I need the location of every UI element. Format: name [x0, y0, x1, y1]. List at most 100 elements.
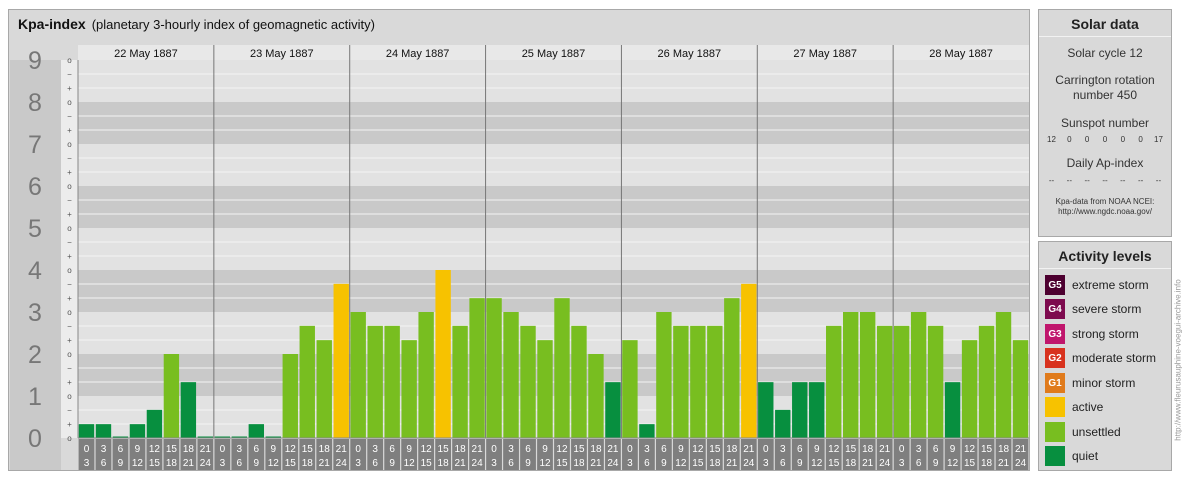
kpa-bar: [78, 424, 95, 438]
hour-label-start: 0: [627, 444, 633, 455]
kpa-bar: [961, 340, 978, 438]
hour-label-end: 24: [1015, 458, 1027, 469]
kpa-bar: [299, 325, 315, 438]
hour-label-end: 9: [389, 458, 395, 469]
hour-label-end: 15: [285, 458, 297, 469]
minor-scale-mark: +: [67, 210, 72, 219]
band-7: [78, 102, 1029, 144]
kpa-bar: [384, 325, 400, 438]
kpa-bar: [910, 312, 927, 438]
hour-label-end: 21: [319, 458, 331, 469]
hour-label-end: 12: [132, 458, 144, 469]
source-link[interactable]: http://www.ngdc.noaa.gov/: [1039, 207, 1171, 217]
carrington-line2: number 450: [1072, 88, 1138, 102]
kpa-bar: [418, 312, 434, 438]
hour-label-end: 15: [556, 458, 568, 469]
hour-label-start: 9: [678, 444, 684, 455]
hour-label-start: 21: [743, 444, 755, 455]
kpa-bar: [571, 325, 587, 438]
level-g1: G1 minor storm: [1045, 373, 1135, 393]
hour-label-start: 3: [372, 444, 378, 455]
hour-label-end: 12: [811, 458, 823, 469]
y-tick-label: 3: [28, 299, 42, 327]
kpa-bar: [554, 298, 570, 438]
hour-label-start: 6: [797, 444, 803, 455]
carrington-line1: Carrington rotation: [1055, 73, 1155, 87]
minor-scale-mark: −: [67, 322, 72, 331]
activity-levels-panel: Activity levels G5 extreme storm G4 seve…: [1038, 241, 1172, 471]
day-label: 23 May 1887: [250, 48, 314, 60]
minor-scale-mark: o: [67, 56, 72, 65]
hour-label-start: 12: [692, 444, 704, 455]
sunspot-value: 0: [1120, 135, 1126, 144]
hour-label-end: 15: [828, 458, 840, 469]
kpa-bar: [995, 312, 1012, 438]
hour-label-end: 18: [845, 458, 857, 469]
hour-label-start: 12: [828, 444, 840, 455]
level-g5-label: extreme storm: [1072, 278, 1149, 292]
minor-scale-mark: +: [67, 420, 72, 429]
minor-scale-mark: o: [67, 308, 72, 317]
level-g2-swatch: G2: [1045, 348, 1065, 368]
kpa-bar: [639, 424, 655, 438]
hour-label-start: 15: [709, 444, 721, 455]
hour-label-start: 3: [916, 444, 922, 455]
kpa-bar: [876, 325, 893, 438]
minor-scale-mark: o: [67, 140, 72, 149]
kpa-bar: [588, 354, 604, 438]
hour-label-start: 6: [661, 444, 667, 455]
hour-label-end: 9: [118, 458, 124, 469]
minor-scale-mark: +: [67, 84, 72, 93]
y-tick-label: 4: [28, 257, 42, 285]
hour-label-start: 0: [220, 444, 226, 455]
kpa-bar: [401, 340, 417, 438]
hour-label-end: 21: [455, 458, 467, 469]
kpa-bar: [792, 382, 808, 438]
band-5: [78, 186, 1029, 228]
level-g1-swatch: G1: [1045, 373, 1065, 393]
solar-data-heading: Solar data: [1039, 10, 1171, 37]
hour-label-end: 9: [525, 458, 531, 469]
hour-label-start: 9: [814, 444, 820, 455]
solar-cycle: Solar cycle 12: [1067, 46, 1143, 60]
kpa-bar: [859, 312, 876, 438]
hour-label-start: 0: [84, 444, 90, 455]
minor-scale-mark: −: [67, 406, 72, 415]
hour-label-end: 6: [508, 458, 514, 469]
hour-label-start: 21: [879, 444, 891, 455]
kpa-bar: [690, 325, 706, 438]
level-g3: G3 strong storm: [1045, 324, 1139, 344]
day-label: 26 May 1887: [658, 48, 722, 60]
hour-label-end: 24: [607, 458, 619, 469]
kpa-bar: [978, 325, 995, 438]
hour-label-end: 9: [254, 458, 260, 469]
hour-label-end: 12: [675, 458, 687, 469]
hour-label-end: 6: [372, 458, 378, 469]
hour-label-end: 18: [573, 458, 585, 469]
ap-value: --: [1048, 176, 1055, 185]
y-tick-label: 7: [28, 131, 42, 159]
minor-scale-mark: −: [67, 70, 72, 79]
day-label: 28 May 1887: [929, 48, 993, 60]
kpa-bar: [775, 409, 791, 438]
hour-label-end: 3: [899, 458, 905, 469]
kpa-bar: [741, 283, 757, 438]
hour-label-end: 12: [404, 458, 416, 469]
hour-label-start: 21: [607, 444, 619, 455]
hour-label-start: 21: [200, 444, 212, 455]
band-4: [78, 228, 1029, 270]
minor-scale-mark: +: [67, 378, 72, 387]
hour-label-end: 12: [268, 458, 280, 469]
hour-label-start: 3: [101, 444, 107, 455]
level-quiet-label: quiet: [1072, 449, 1099, 463]
minor-scale-mark: −: [67, 196, 72, 205]
hour-label-start: 18: [862, 444, 874, 455]
hour-label-start: 0: [899, 444, 905, 455]
kpa-bar: [367, 325, 383, 438]
hour-label-end: 15: [149, 458, 161, 469]
sunspot-heading: Sunspot number: [1060, 116, 1150, 130]
ap-value: --: [1120, 176, 1126, 185]
sunspot-value: 0: [1084, 135, 1090, 144]
day-label: 25 May 1887: [522, 48, 586, 60]
hour-label-end: 6: [237, 458, 243, 469]
